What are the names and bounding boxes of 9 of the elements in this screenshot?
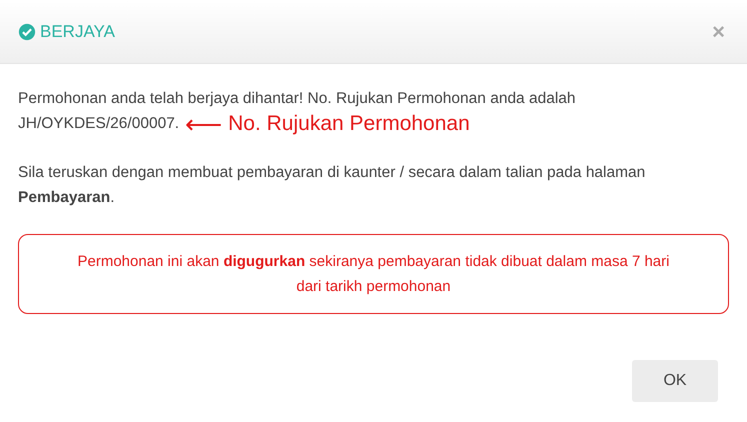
ok-button[interactable]: OK (632, 360, 718, 402)
payment-instruction: Sila teruskan dengan membuat pembayaran di kaunter / secara dalam talian pada halaman Pembayaran. (18, 164, 646, 206)
arrow-icon: ⟵ (185, 114, 222, 134)
check-circle-icon (18, 22, 36, 40)
warning-text: Permohonan ini akan digugurkan sekiranya pembayaran tidak dibuat dalam masa 7 hari dari tarikh permohonan (78, 253, 670, 295)
reference-number: JH/OYKDES/26/00007. (18, 114, 180, 134)
confirmation-message: Permohonan anda telah berjaya dihantar! No. Rujukan Permohonan anda adalah (18, 90, 576, 107)
dialog-title: BERJAYA (40, 22, 115, 42)
annotation-label: No. Rujukan Permohonan (228, 111, 470, 136)
